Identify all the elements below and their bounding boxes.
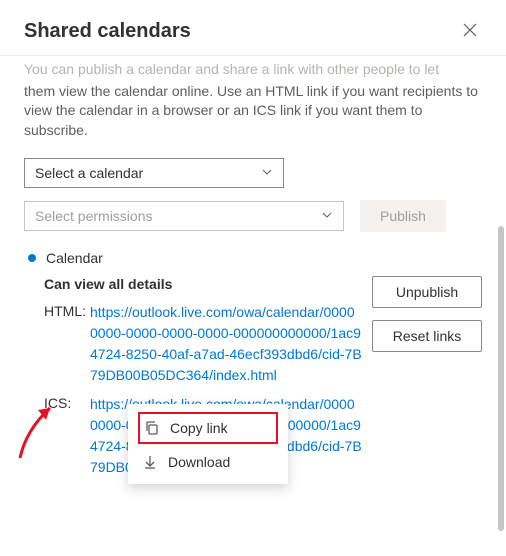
reset-links-button[interactable]: Reset links — [372, 320, 482, 352]
calendar-name: Calendar — [46, 250, 103, 266]
copy-icon — [144, 420, 160, 436]
chevron-down-icon — [321, 208, 333, 224]
calendar-color-dot — [28, 254, 36, 262]
context-menu: Copy link Download — [128, 404, 288, 484]
chevron-down-icon — [261, 165, 273, 181]
download-icon — [142, 454, 158, 470]
unpublish-button[interactable]: Unpublish — [372, 276, 482, 308]
publish-button[interactable]: Publish — [360, 200, 446, 232]
ics-link-label: ICS: — [44, 394, 90, 478]
description-rest: them view the calendar online. Use an HT… — [24, 83, 478, 138]
context-menu-download[interactable]: Download — [128, 446, 288, 478]
html-link[interactable]: https://outlook.live.com/owa/calendar/00… — [90, 304, 362, 383]
html-link-label: HTML: — [44, 302, 90, 386]
description-truncated: You can publish a calendar and share a l… — [24, 60, 482, 80]
select-calendar-placeholder: Select a calendar — [35, 165, 143, 181]
context-menu-download-label: Download — [168, 454, 230, 470]
close-button[interactable] — [458, 18, 482, 45]
select-calendar-dropdown[interactable]: Select a calendar — [24, 158, 284, 188]
description-text: You can publish a calendar and share a l… — [24, 62, 482, 140]
context-menu-copy-label: Copy link — [170, 420, 228, 436]
select-permissions-dropdown[interactable]: Select permissions — [24, 201, 344, 231]
calendar-row: Calendar — [24, 250, 482, 266]
dialog-header: Shared calendars — [0, 0, 506, 56]
permissions-row: Select permissions Publish — [24, 200, 482, 232]
dialog-title: Shared calendars — [24, 20, 191, 43]
select-permissions-placeholder: Select permissions — [35, 208, 153, 224]
scrollbar-thumb[interactable] — [498, 226, 504, 531]
context-menu-copy-link[interactable]: Copy link — [138, 412, 278, 444]
actions-column: Unpublish Reset links — [372, 276, 482, 352]
permission-level: Can view all details — [44, 276, 362, 292]
close-icon — [462, 26, 478, 41]
html-link-url[interactable]: https://outlook.live.com/owa/calendar/00… — [90, 302, 362, 386]
scrollbar-track[interactable] — [498, 56, 504, 550]
shared-calendars-dialog: Shared calendars You can publish a calen… — [0, 0, 506, 556]
